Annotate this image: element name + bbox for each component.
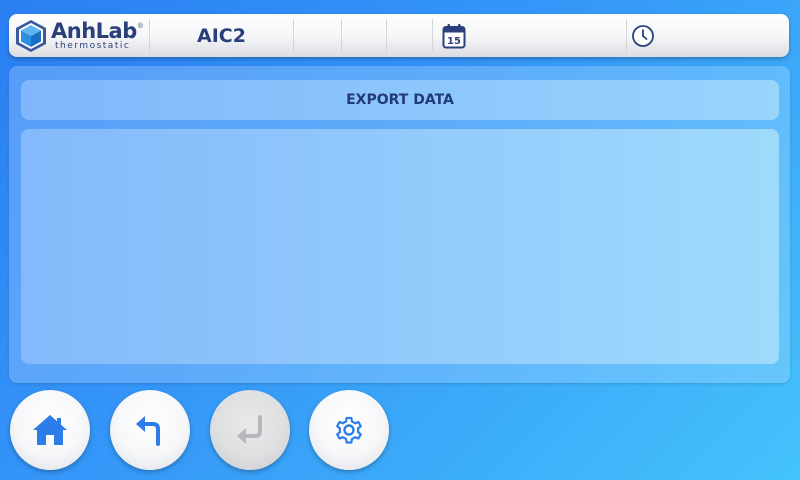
- export-content-area: [21, 129, 779, 364]
- home-icon: [33, 415, 67, 445]
- status-slot-3: [387, 19, 433, 52]
- brand-logo: AnhLab ® thermostatic: [9, 19, 150, 52]
- device-name: AIC2: [197, 24, 246, 47]
- home-button[interactable]: [10, 390, 90, 470]
- time-cell[interactable]: [627, 19, 789, 52]
- back-button[interactable]: [110, 390, 190, 470]
- screen-title: EXPORT DATA: [346, 92, 454, 108]
- calendar-icon: 15: [442, 23, 466, 48]
- brand-name: AnhLab: [51, 18, 137, 43]
- enter-icon: [237, 415, 262, 444]
- date-cell[interactable]: 15: [433, 19, 627, 52]
- gear-icon: [336, 416, 362, 444]
- clock-icon: [632, 24, 654, 47]
- status-slot-1: [294, 19, 342, 52]
- enter-button[interactable]: [210, 390, 290, 470]
- screen-header: EXPORT DATA: [21, 80, 779, 120]
- top-status-bar: AnhLab ® thermostatic AIC2 15: [9, 14, 789, 57]
- back-arrow-icon: [136, 416, 160, 446]
- registered-mark: ®: [137, 22, 143, 30]
- logo-cube-icon: [16, 19, 46, 52]
- device-name-cell: AIC2: [150, 19, 294, 52]
- calendar-day-number: 15: [447, 36, 461, 47]
- settings-button[interactable]: [309, 390, 389, 470]
- main-panel: EXPORT DATA: [9, 66, 790, 383]
- status-slot-2: [342, 19, 387, 52]
- brand-subtitle: thermostatic: [55, 40, 131, 51]
